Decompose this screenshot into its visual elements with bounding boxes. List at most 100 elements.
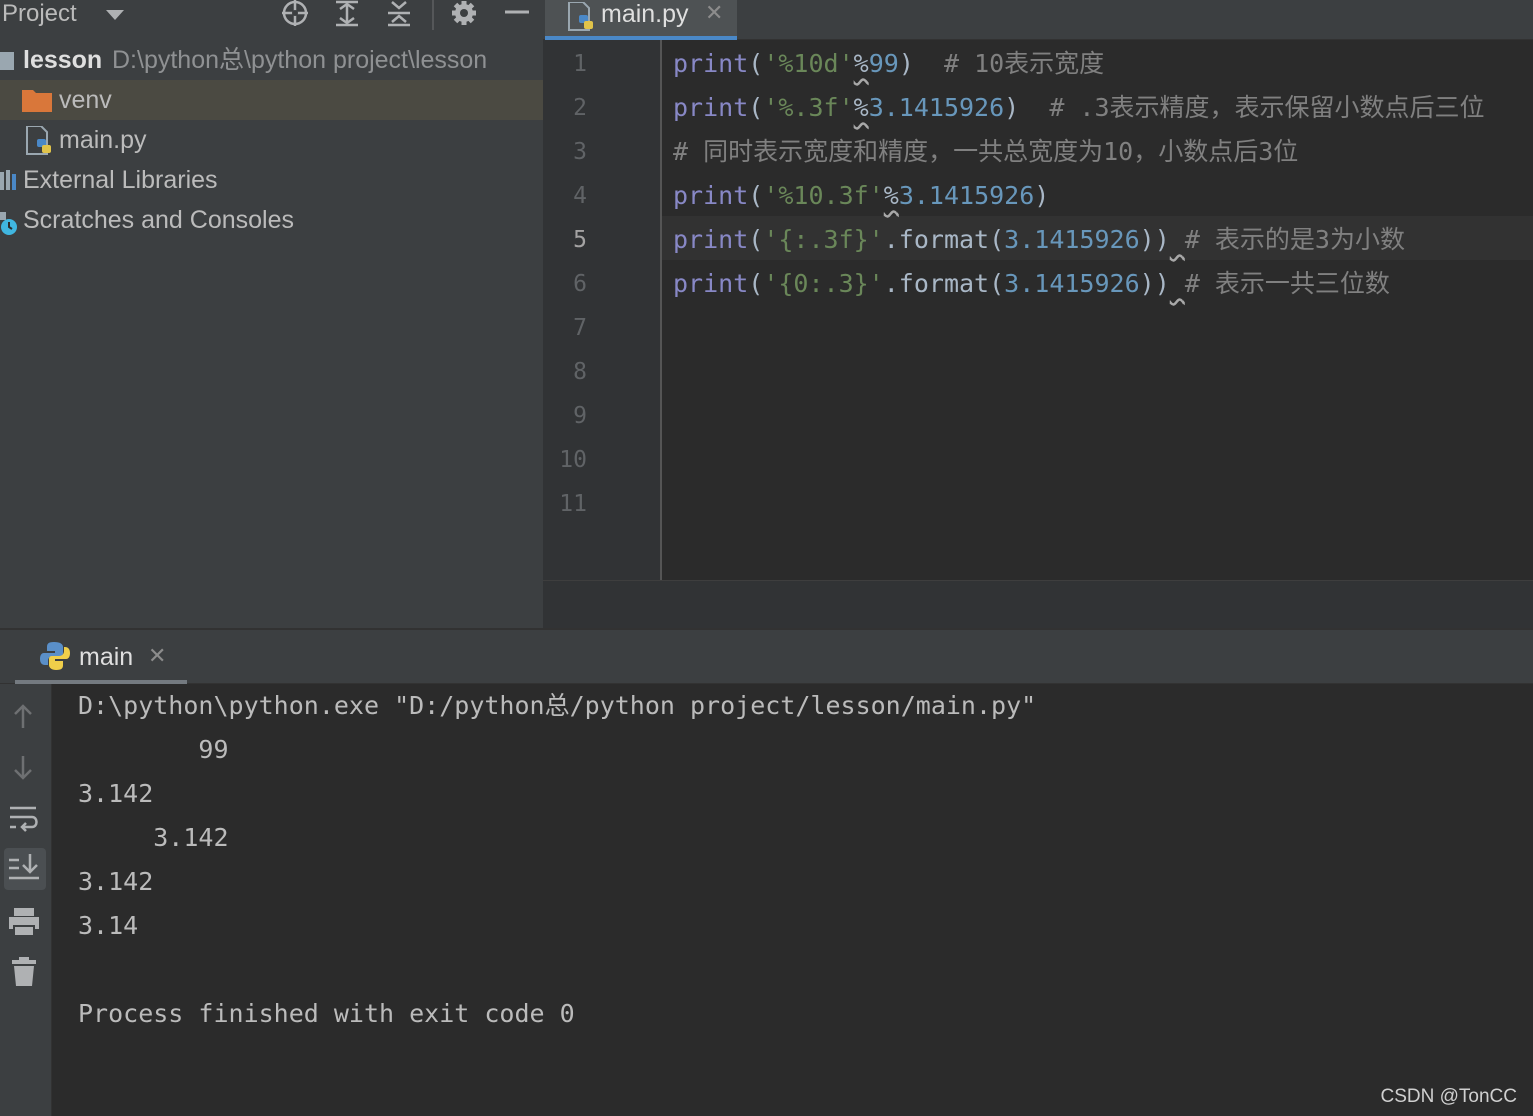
tree-item-label: venv (59, 86, 112, 114)
code-token: # 同时表示宽度和精度，一共总宽度为10，小数点后3位 (673, 137, 1299, 166)
line-number: 8 (573, 359, 587, 385)
code-token: 3.1415926 (898, 181, 1035, 210)
toolbar-separator (432, 0, 434, 30)
scroll-to-end-icon[interactable] (4, 848, 46, 890)
minimize-icon[interactable] (502, 0, 534, 30)
code-token: % (853, 93, 869, 122)
console-line: 3.142 (78, 823, 229, 852)
code-editor[interactable]: 1 2 3 4 5 6 7 8 9 10 11 print('%10d'%99) # 10表示宽度 p… (543, 40, 1533, 580)
code-token: ( (748, 93, 764, 122)
console-line: D:\python\python.exe "D:/python总/python … (78, 691, 1037, 720)
soft-wrap-icon[interactable] (4, 798, 46, 840)
line-number: 7 (573, 315, 587, 341)
console-line: Process finished with exit code 0 (78, 999, 575, 1028)
locate-target-icon[interactable] (279, 0, 311, 30)
collapse-all-icon[interactable] (383, 0, 415, 30)
code-token: '%10d' (763, 49, 854, 78)
code-line[interactable]: print('{:.3f}'.format(3.1415926)) # 表示的是… (673, 218, 1405, 262)
code-token: print (673, 225, 749, 254)
scratches-icon (0, 212, 17, 235)
tree-item-main-py[interactable]: main.py (0, 120, 543, 160)
code-token: ( (748, 49, 764, 78)
code-line[interactable]: # 同时表示宽度和精度，一共总宽度为10，小数点后3位 (673, 130, 1298, 174)
project-view-selector[interactable]: Project (2, 0, 77, 28)
line-number: 4 (573, 183, 587, 209)
project-panel: Project lesson D:\python总\python project… (0, 0, 543, 630)
print-icon[interactable] (4, 902, 46, 944)
tab-main-py[interactable]: main.py ✕ (545, 0, 737, 40)
run-console-output[interactable]: D:\python\python.exe "D:/python总/python … (52, 684, 1533, 1116)
code-token: print (673, 93, 749, 122)
code-token: print (673, 49, 749, 78)
run-tab-main[interactable]: main ✕ (15, 630, 187, 684)
tree-item-label: lesson (23, 46, 103, 74)
code-token: ) (1034, 181, 1050, 210)
line-number: 10 (559, 447, 587, 473)
close-icon[interactable]: ✕ (705, 0, 723, 28)
line-number: 11 (559, 491, 587, 517)
tree-item-venv[interactable]: venv (0, 80, 543, 120)
line-number: 9 (573, 403, 587, 429)
code-token: % (883, 181, 899, 210)
gear-icon[interactable] (448, 0, 480, 30)
close-icon[interactable]: ✕ (148, 642, 166, 672)
console-line: 3.142 (78, 867, 154, 896)
code-line[interactable]: print('%10d'%99) # 10表示宽度 (673, 42, 1104, 86)
line-number: 6 (573, 271, 587, 297)
code-token: ) (898, 49, 944, 78)
tree-item-scratches[interactable]: Scratches and Consoles (0, 200, 543, 240)
code-token: 3.1415926 (868, 93, 1005, 122)
console-line: 99 (78, 735, 229, 764)
library-icon (0, 170, 16, 190)
code-token: 3.1415926 (1004, 269, 1140, 298)
code-token: # 10表示宽度 (943, 49, 1105, 78)
code-token: # .3表示精度，表示保留小数点后三位 (1049, 93, 1485, 122)
tree-item-lesson[interactable]: lesson D:\python总\python project\lesson (0, 40, 543, 80)
code-token: '{0:.3}' (763, 269, 884, 298)
down-arrow-icon[interactable] (4, 746, 46, 788)
code-token: 3.1415926 (1004, 225, 1140, 254)
code-token: print (673, 269, 749, 298)
code-token: ( (748, 269, 764, 298)
module-folder-icon (0, 52, 14, 70)
project-path: D:\python总\python project\lesson (112, 46, 488, 74)
code-line[interactable]: print('{0:.3}'.format(3.1415926)) # 表示一共… (673, 262, 1390, 306)
code-token: ( (748, 181, 764, 210)
python-file-icon (568, 2, 593, 31)
chevron-down-icon[interactable] (104, 8, 126, 22)
expand-all-icon[interactable] (331, 0, 363, 30)
code-token: )) (1139, 225, 1170, 254)
code-token: ( (748, 225, 764, 254)
line-number: 2 (573, 95, 587, 121)
code-token: # 表示一共三位数 (1184, 269, 1390, 298)
run-tab-bar: main ✕ (0, 630, 1533, 684)
code-token: % (853, 49, 869, 78)
code-token: .format( (883, 269, 1005, 298)
tab-label: main.py (601, 0, 689, 28)
code-line[interactable]: print('%10.3f'%3.1415926) (673, 174, 1049, 218)
code-token: )) (1139, 269, 1170, 298)
project-panel-header: Project (0, 0, 543, 38)
tree-item-label: External Libraries (23, 166, 218, 194)
python-file-icon (26, 126, 51, 155)
code-token: 99 (868, 49, 899, 78)
up-arrow-icon[interactable] (4, 696, 46, 738)
folder-icon (22, 90, 52, 112)
code-line[interactable]: print('%.3f'%3.1415926) # .3表示精度，表示保留小数点… (673, 86, 1485, 130)
tree-item-label: main.py (59, 126, 147, 154)
code-token: # 表示的是3为小数 (1184, 225, 1405, 254)
watermark: CSDN @TonCC (1380, 1086, 1517, 1107)
tree-item-external-libraries[interactable]: External Libraries (0, 160, 543, 200)
gutter-divider (660, 40, 662, 580)
run-tab-label: main (79, 643, 134, 671)
trash-icon[interactable] (4, 952, 46, 994)
run-toolbar (0, 684, 52, 1116)
code-token: ) (1004, 93, 1050, 122)
code-token: '%.3f' (763, 93, 854, 122)
code-token: print (673, 181, 749, 210)
code-token: '{:.3f}' (763, 225, 884, 254)
line-number: 1 (573, 51, 587, 77)
code-token: .format( (883, 225, 1005, 254)
code-token: '%10.3f' (763, 181, 884, 210)
line-number: 5 (573, 227, 587, 253)
